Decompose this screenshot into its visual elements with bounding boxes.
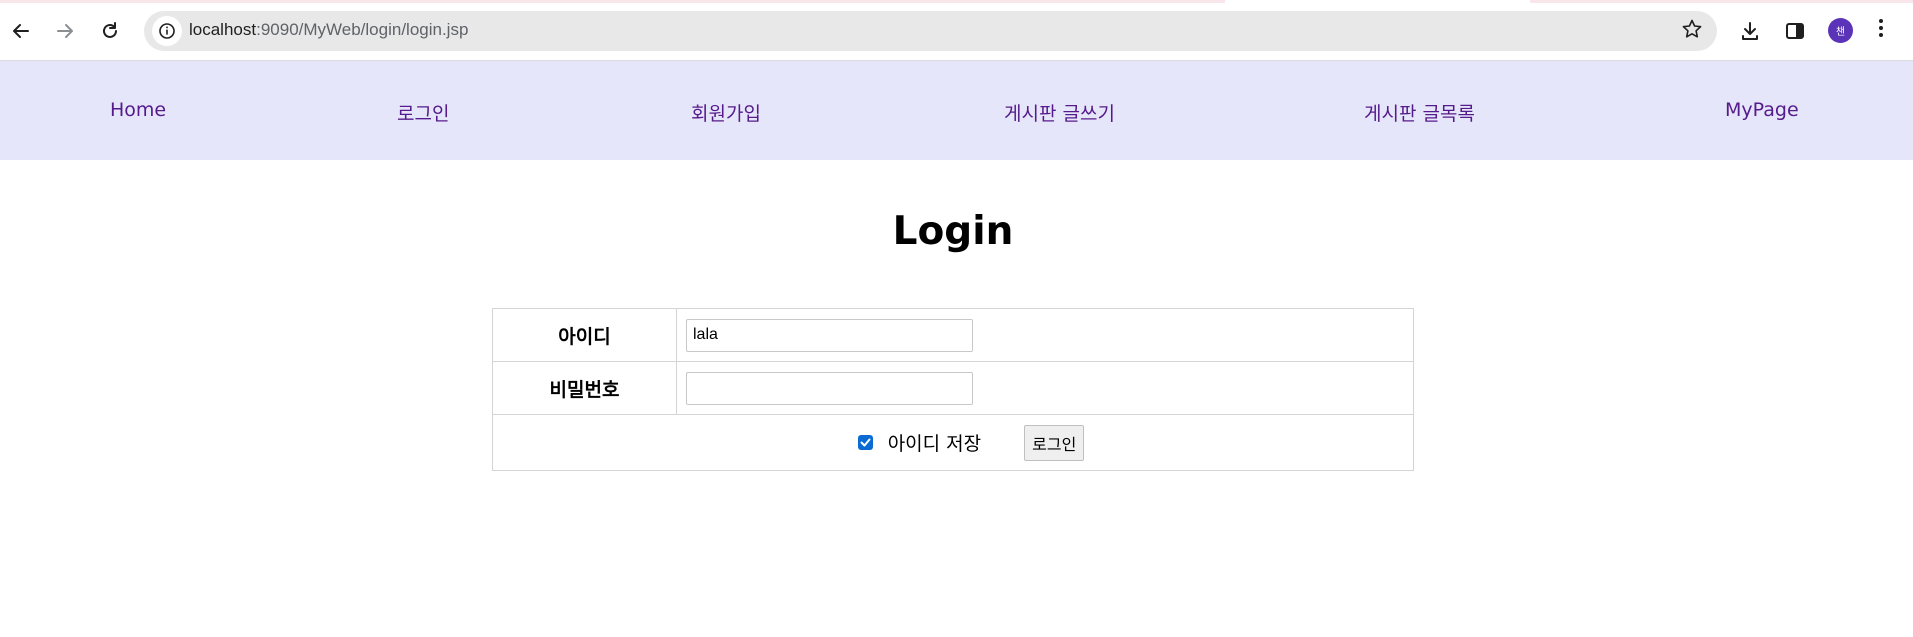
star-icon[interactable]	[1681, 18, 1703, 46]
id-row: 아이디	[492, 308, 1414, 362]
remember-id-text: 아이디 저장	[887, 433, 982, 455]
action-group: 아이디 저장 로그인	[857, 424, 1085, 461]
download-icon[interactable]	[1733, 14, 1767, 48]
login-button[interactable]: 로그인	[1024, 424, 1085, 461]
password-input-cell	[676, 361, 1414, 415]
action-row: 아이디 저장 로그인	[492, 414, 1414, 471]
password-label: 비밀번호	[492, 361, 677, 415]
remember-id-checkbox[interactable]	[857, 435, 873, 450]
profile-avatar[interactable]: 챈	[1828, 18, 1853, 43]
url-host: localhost	[189, 20, 257, 39]
browser-toolbar: localhost:9090/MyWeb/login/login.jsp 챈	[0, 0, 1913, 61]
tab-strip-edge	[0, 0, 1913, 3]
reload-icon[interactable]	[93, 14, 127, 48]
password-input[interactable]	[686, 371, 973, 405]
login-form-table: 아이디 비밀번호 아이디 저장 로그인	[492, 308, 1414, 471]
web-page: Home 로그인 회원가입 게시판 글쓰기 게시판 글목록 MyPage Log…	[0, 61, 1913, 637]
remember-id-checkbox-label[interactable]: 아이디 저장	[857, 429, 982, 456]
address-bar[interactable]: localhost:9090/MyWeb/login/login.jsp	[144, 11, 1717, 51]
password-row: 비밀번호	[492, 361, 1414, 415]
nav-signup-link[interactable]: 회원가입	[691, 99, 761, 126]
side-panel-icon[interactable]	[1778, 14, 1812, 48]
id-input-cell	[676, 308, 1414, 362]
forward-arrow-icon[interactable]	[48, 14, 82, 48]
top-navigation: Home 로그인 회원가입 게시판 글쓰기 게시판 글목록 MyPage	[0, 61, 1913, 160]
profile-initial: 챈	[1835, 27, 1846, 38]
page-title: Login	[892, 209, 1014, 254]
nav-home-link[interactable]: Home	[110, 99, 166, 121]
nav-board-write-link[interactable]: 게시판 글쓰기	[1004, 99, 1115, 126]
nav-mypage-link[interactable]: MyPage	[1725, 99, 1799, 121]
id-input[interactable]	[686, 318, 973, 352]
url-path: :9090/MyWeb/login/login.jsp	[256, 20, 469, 39]
more-vert-icon[interactable]	[1877, 16, 1885, 46]
back-arrow-icon[interactable]	[4, 14, 38, 48]
nav-board-list-link[interactable]: 게시판 글목록	[1364, 99, 1475, 126]
info-icon[interactable]	[152, 16, 182, 46]
nav-login-link[interactable]: 로그인	[397, 99, 449, 126]
id-label: 아이디	[492, 308, 677, 362]
url-text[interactable]: localhost:9090/MyWeb/login/login.jsp	[189, 20, 468, 40]
action-cell: 아이디 저장 로그인	[492, 414, 1414, 471]
